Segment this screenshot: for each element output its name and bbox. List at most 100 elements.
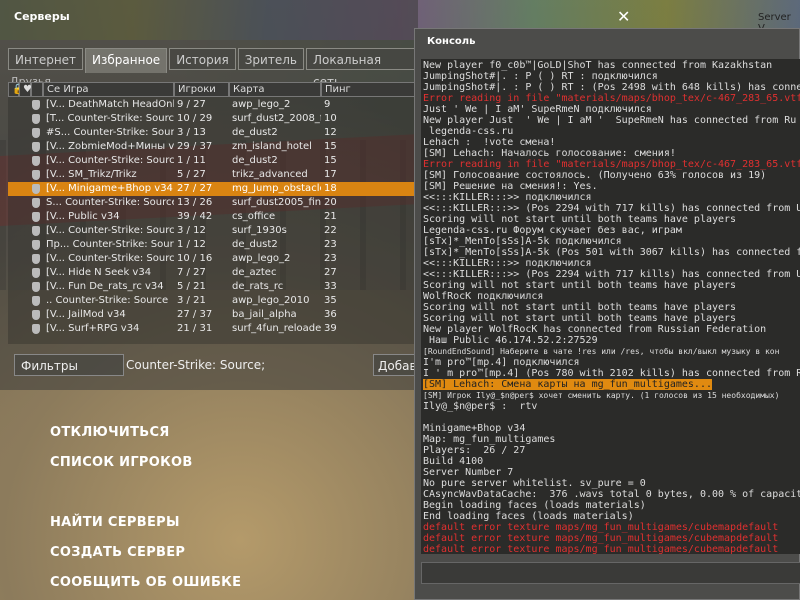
console-line: legenda-css.ru bbox=[423, 126, 514, 137]
table-row[interactable]: [V... Fun De_rats_rc v34 5 / 21 de_rats_rc… bbox=[8, 280, 416, 294]
console-line: Error reading in file "materials/maps/bh… bbox=[423, 159, 800, 170]
cell-players: 10 / 29 bbox=[177, 113, 213, 124]
menu-find-servers[interactable]: НАЙТИ СЕРВЕРЫ bbox=[50, 515, 180, 530]
cell-name: [V... Surf+RPG v34 bbox=[46, 323, 140, 334]
tab-0[interactable]: Интернет bbox=[8, 48, 84, 70]
tab-1[interactable]: Избранное bbox=[85, 48, 168, 73]
table-row[interactable]: [V... JailMod v34 27 / 37 ba_jail_alpha 36 bbox=[8, 308, 416, 322]
tab-2[interactable]: История bbox=[169, 48, 236, 70]
column-header-sv: Се bbox=[47, 84, 61, 95]
shield-icon bbox=[32, 226, 40, 236]
console-line: default error texture maps/mg_fun_multig… bbox=[423, 533, 779, 544]
cell-map: trikz_advanced bbox=[232, 169, 308, 180]
shield-icon bbox=[32, 170, 40, 180]
table-row[interactable]: S... Counter-Strike: Source 13 / 26 surf_d… bbox=[8, 196, 416, 210]
cell-name: [V... SM_Trikz/Trikz bbox=[46, 169, 137, 180]
table-row[interactable]: [V... Hide N Seek v34 7 / 27 de_aztec 27 bbox=[8, 266, 416, 280]
table-row[interactable]: Пр... Counter-Strike: Source 1 / 12 de_dus… bbox=[8, 238, 416, 252]
cell-map: de_aztec bbox=[232, 267, 277, 278]
cell-ping: 23 bbox=[324, 239, 337, 250]
cell-map: surf_dust2005_final bbox=[232, 197, 321, 208]
table-row[interactable]: [V... Public v34 39 / 42 cs_office 21 bbox=[8, 210, 416, 224]
column-header-ping[interactable]: Пинг bbox=[321, 82, 416, 97]
cell-ping: 10 bbox=[324, 113, 337, 124]
shield-icon bbox=[32, 240, 40, 250]
table-row[interactable]: [V... DeathMatch HeadOnly 9 / 27 awp_lego_… bbox=[8, 98, 416, 112]
console-line: Minigame+Bhop v34 bbox=[423, 423, 526, 434]
server-tabs: Интернет Избранное История Зритель Локальная… bbox=[8, 48, 418, 89]
table-row[interactable]: [V... Minigame+Bhop v34 27 / 27 mg_Jump_ob… bbox=[8, 182, 416, 196]
console-line: Map: mg_fun_multigames bbox=[423, 434, 556, 445]
console-line: [SM] Решение на смения!: Yes. bbox=[423, 181, 598, 192]
console-line: default error texture maps/mg_fun_multig… bbox=[423, 544, 779, 554]
console-window: Консоль New player f0_c0b™|GoLD|ShoT has… bbox=[414, 28, 800, 600]
vac-column-header[interactable]: ♥ bbox=[19, 82, 32, 97]
cell-map: zm_island_hotel bbox=[232, 141, 312, 152]
cell-players: 10 / 16 bbox=[177, 253, 213, 264]
cell-ping: 35 bbox=[324, 295, 337, 306]
add-server-button[interactable]: Добав bbox=[373, 354, 418, 376]
console-input[interactable] bbox=[421, 562, 800, 584]
table-row[interactable]: [V... Counter-Strike: Source 1 / 11 de_dus… bbox=[8, 154, 416, 168]
column-header-name[interactable]: Се Игра bbox=[43, 82, 174, 97]
console-line: I ' m pro™[mp.4] (Pos 780 with 2102 kill… bbox=[423, 368, 800, 379]
cell-players: 13 / 26 bbox=[177, 197, 213, 208]
cell-name: [V... Counter-Strike: Source bbox=[46, 155, 174, 166]
menu-disconnect[interactable]: ОТКЛЮЧИТЬСЯ bbox=[50, 425, 170, 440]
cell-ping: 22 bbox=[324, 225, 337, 236]
console-line: [SM] Голосование состоялось. (Получено 6… bbox=[423, 170, 767, 181]
cell-players: 21 / 31 bbox=[177, 323, 213, 334]
tab-4[interactable]: Локальная сеть bbox=[305, 48, 418, 89]
shield-icon bbox=[32, 114, 40, 124]
cell-name: S... Counter-Strike: Source bbox=[46, 197, 174, 208]
cell-map: ba_jail_alpha bbox=[232, 309, 297, 320]
cell-players: 27 / 37 bbox=[177, 309, 213, 320]
console-line: default error texture maps/mg_fun_multig… bbox=[423, 522, 779, 533]
cell-name: [V... Minigame+Bhop v34 bbox=[46, 183, 173, 194]
column-header-map[interactable]: Карта bbox=[229, 82, 321, 97]
menu-report-bug[interactable]: СООБЩИТЬ ОБ ОШИБКЕ bbox=[50, 575, 241, 590]
server-list[interactable]: 🔒 ♥ Се Игра Игроки Карта Пинг [V... Deat… bbox=[8, 82, 416, 344]
console-title: Консоль bbox=[427, 36, 476, 47]
table-row[interactable]: [V... Counter-Strike: Source 3 / 12 surf_1… bbox=[8, 224, 416, 238]
table-row[interactable]: [V... ZobmieMod+Мины v34 29 / 37 zm_island… bbox=[8, 140, 416, 154]
tab-3[interactable]: Зритель bbox=[237, 48, 304, 70]
cell-players: 7 / 27 bbox=[177, 267, 206, 278]
cell-ping: 20 bbox=[324, 197, 337, 208]
cell-name: [V... DeathMatch HeadOnly bbox=[46, 99, 174, 110]
cell-ping: 9 bbox=[324, 99, 331, 110]
cell-ping: 15 bbox=[324, 141, 337, 152]
shield-column-header[interactable] bbox=[31, 82, 43, 97]
menu-create-server[interactable]: СОЗДАТЬ СЕРВЕР bbox=[50, 545, 185, 560]
shield-icon bbox=[32, 296, 40, 306]
shield-icon bbox=[32, 324, 40, 334]
close-icon[interactable]: ✕ bbox=[617, 7, 630, 26]
table-row[interactable]: [T... Counter-Strike: Source 10 / 29 surf_… bbox=[8, 112, 416, 126]
shield-icon bbox=[32, 142, 40, 152]
table-row[interactable]: [V... Counter-Strike: Source 10 / 16 awp_l… bbox=[8, 252, 416, 266]
console-line: Build 4100 bbox=[423, 456, 484, 467]
cell-name: .. Counter-Strike: Source bbox=[46, 295, 169, 306]
cell-ping: 12 bbox=[324, 127, 337, 138]
cell-map: surf_4fun_reloaded bbox=[232, 323, 321, 334]
table-row[interactable]: [V... Surf+RPG v34 21 / 31 surf_4fun_reloa… bbox=[8, 322, 416, 336]
cell-players: 27 / 27 bbox=[177, 183, 213, 194]
console-output[interactable]: New player f0_c0b™|GoLD|ShoT has connect… bbox=[421, 59, 800, 554]
table-row[interactable]: #S... Counter-Strike: Source 3 / 13 de_dus… bbox=[8, 126, 416, 140]
cell-players: 3 / 13 bbox=[177, 127, 206, 138]
console-line: Legenda-css.ru Форум скучает без вас, иг… bbox=[423, 225, 682, 236]
table-row[interactable]: [V... SM_Trikz/Trikz 5 / 27 trikz_advanced… bbox=[8, 168, 416, 182]
cell-ping: 39 bbox=[324, 323, 337, 334]
lock-column-header[interactable]: 🔒 bbox=[8, 82, 24, 97]
menu-player-list[interactable]: СПИСОК ИГРОКОВ bbox=[50, 455, 193, 470]
cell-ping: 27 bbox=[324, 267, 337, 278]
table-row[interactable]: .. Counter-Strike: Source 3 / 21 awp_lego_… bbox=[8, 294, 416, 308]
cell-map: de_dust2 bbox=[232, 239, 278, 250]
console-line: Scoring will not start until both teams … bbox=[423, 302, 737, 313]
cell-ping: 33 bbox=[324, 281, 337, 292]
console-line: JumpingShot#|. : P ( ) RT : подключился bbox=[423, 71, 658, 82]
column-header-players[interactable]: Игроки bbox=[174, 82, 229, 97]
filters-button[interactable]: Фильтры bbox=[14, 354, 124, 376]
column-header-game: Игра bbox=[63, 84, 89, 95]
console-line: <<:::KILLER:::>> (Pos 2294 with 717 kill… bbox=[423, 269, 800, 280]
